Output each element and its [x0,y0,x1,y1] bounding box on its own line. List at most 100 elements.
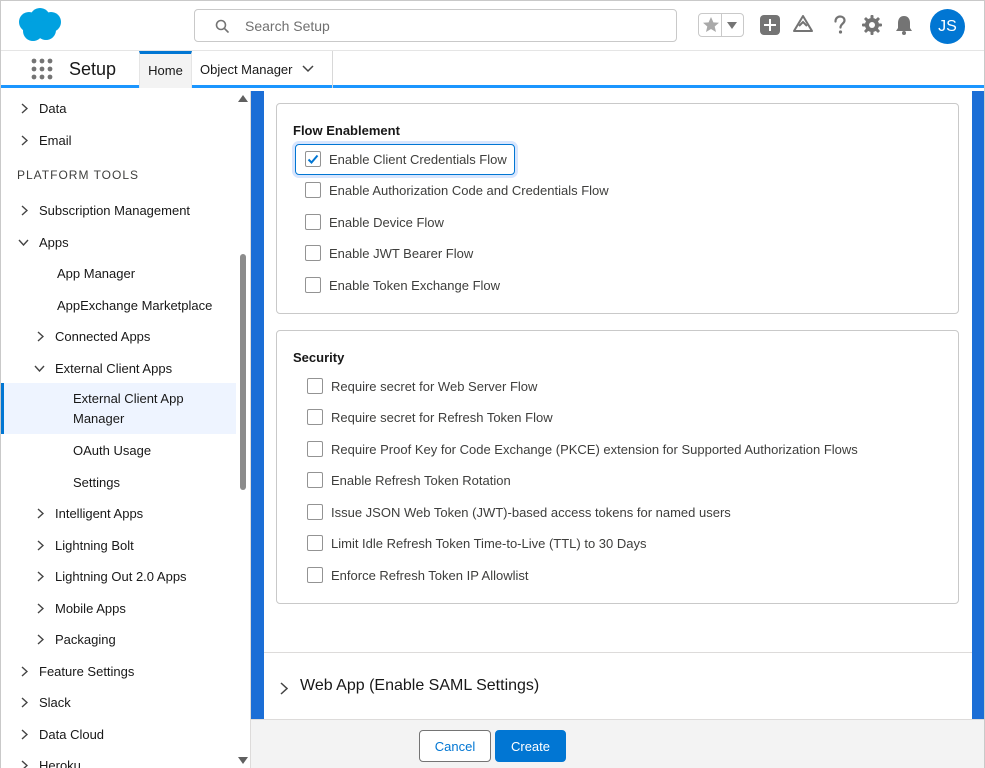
chevron-down-icon[interactable] [302,65,314,73]
setup-sidebar: Data Email PLATFORM TOOLS Subscription M… [1,91,251,768]
sidebar-item-heroku[interactable]: Heroku [1,750,236,768]
sidebar-item-external-client-apps[interactable]: External Client Apps [1,353,236,384]
chevron-right-icon[interactable] [21,729,28,740]
sidebar-item-connected-apps[interactable]: Connected Apps [1,321,236,352]
chevron-down-icon[interactable] [18,239,29,246]
chevron-right-icon[interactable] [21,760,28,768]
checkbox[interactable] [307,409,323,425]
search-box[interactable] [194,9,677,42]
security-title: Security [293,350,345,365]
caret-down-icon[interactable] [727,22,737,29]
bell-icon[interactable] [893,14,915,36]
checkbox-label: Require secret for Refresh Token Flow [331,410,553,425]
sidebar-item-label: Data [39,101,67,116]
checkbox[interactable] [307,535,323,551]
checkbox-label: Enable Refresh Token Rotation [331,473,511,488]
app-launcher-icon[interactable] [31,58,53,80]
checkbox-label: Enable Device Flow [329,215,444,230]
sidebar-item-label: External Client Apps [55,361,173,376]
chevron-right-icon[interactable] [37,508,44,519]
sidebar-item-slack[interactable]: Slack [1,687,236,718]
sidebar-item-mobile-apps[interactable]: Mobile Apps [1,593,236,624]
scroll-up-arrow-icon[interactable] [238,95,248,102]
sidebar-item-label: Email [39,133,72,148]
sidebar-item-label: OAuth Usage [73,443,152,458]
sidebar-item-label: Data Cloud [39,727,105,742]
chevron-right-icon[interactable] [37,540,44,551]
chevron-right-icon[interactable] [21,205,28,216]
sidebar-item-intelligent-apps[interactable]: Intelligent Apps [1,498,236,529]
sidebar-item-data[interactable]: Data [1,93,236,124]
trailhead-icon[interactable] [792,14,814,36]
sidebar-scroll-thumb[interactable] [240,254,246,490]
checkbox-label: Require secret for Web Server Flow [331,379,538,394]
sidebar-item-lightning-out-apps[interactable]: Lightning Out 2.0 Apps [1,561,236,592]
search-input[interactable] [245,10,665,41]
chevron-right-icon[interactable] [21,135,28,146]
sidebar-item-apps[interactable]: Apps [1,227,236,258]
chevron-right-icon[interactable] [37,331,44,342]
chevron-right-icon[interactable] [21,103,28,114]
sidebar-item-label: Lightning Out 2.0 Apps [55,569,187,584]
checkbox[interactable] [305,277,321,293]
sidebar-item-label: External Client App Manager [73,391,184,426]
sidebar-item-label: Feature Settings [39,664,135,679]
checkbox-label: Enable JWT Bearer Flow [329,246,474,261]
tab-home[interactable]: Home [139,51,192,88]
sidebar-item-appexchange-marketplace[interactable]: AppExchange Marketplace [1,290,236,321]
sidebar-item-feature-settings[interactable]: Feature Settings [1,656,236,687]
chevron-right-icon[interactable] [280,682,288,695]
checkbox[interactable] [307,472,323,488]
checkbox[interactable] [307,378,323,394]
sidebar-item-label: AppExchange Marketplace [57,298,213,313]
favorites-divider [721,14,722,36]
sidebar-heading-platform-tools: PLATFORM TOOLS [17,168,140,182]
sidebar-item-label: Lightning Bolt [55,538,134,553]
tab-object-manager[interactable]: Object Manager [192,51,333,88]
help-icon[interactable] [829,14,851,36]
checkbox-label: Issue JSON Web Token (JWT)-based access … [331,505,731,520]
checkbox-label: Enable Client Credentials Flow [329,152,507,167]
chevron-down-icon[interactable] [34,365,45,372]
sidebar-item-email[interactable]: Email [1,125,236,156]
checkbox-label: Require Proof Key for Code Exchange (PKC… [331,442,858,457]
form-footer: Cancel Create [251,719,984,768]
sidebar-item-packaging[interactable]: Packaging [1,624,236,655]
cancel-button[interactable]: Cancel [419,730,491,762]
add-icon[interactable] [759,14,781,36]
checkbox[interactable] [305,245,321,261]
checkbox-checked[interactable] [305,151,321,167]
checkbox[interactable] [305,214,321,230]
checkbox[interactable] [307,504,323,520]
security-card: Security [276,330,959,604]
checkbox-label: Limit Idle Refresh Token Time-to-Live (T… [331,536,647,551]
checkbox[interactable] [307,441,323,457]
sidebar-item-data-cloud[interactable]: Data Cloud [1,719,236,750]
star-icon[interactable] [701,15,721,35]
sidebar-item-subscription-management[interactable]: Subscription Management [1,195,236,226]
scroll-down-arrow-icon[interactable] [238,757,248,764]
favorites-button[interactable] [698,13,744,37]
sidebar-item-app-manager[interactable]: App Manager [1,258,236,289]
chevron-right-icon[interactable] [37,571,44,582]
sidebar-item-label: Mobile Apps [55,601,126,616]
section-divider [264,652,972,653]
checkbox[interactable] [305,182,321,198]
sidebar-item-label: App Manager [57,266,136,281]
gear-icon[interactable] [861,14,883,36]
app-name: Setup [69,59,117,79]
chevron-right-icon[interactable] [37,634,44,645]
create-button[interactable]: Create [495,730,566,762]
salesforce-logo-icon[interactable] [15,7,65,43]
sidebar-item-label: Heroku [39,758,81,768]
chevron-right-icon[interactable] [37,603,44,614]
chevron-right-icon[interactable] [21,697,28,708]
user-avatar[interactable]: JS [930,9,965,44]
sidebar-item-lightning-bolt[interactable]: Lightning Bolt [1,530,236,561]
chevron-right-icon[interactable] [21,666,28,677]
sidebar-item-settings[interactable]: Settings [1,467,236,498]
sidebar-item-oauth-usage[interactable]: OAuth Usage [1,435,236,466]
sidebar-item-label: Settings [73,475,120,490]
checkbox[interactable] [307,567,323,583]
sidebar-item-external-client-app-manager[interactable]: External Client App Manager [1,383,236,434]
